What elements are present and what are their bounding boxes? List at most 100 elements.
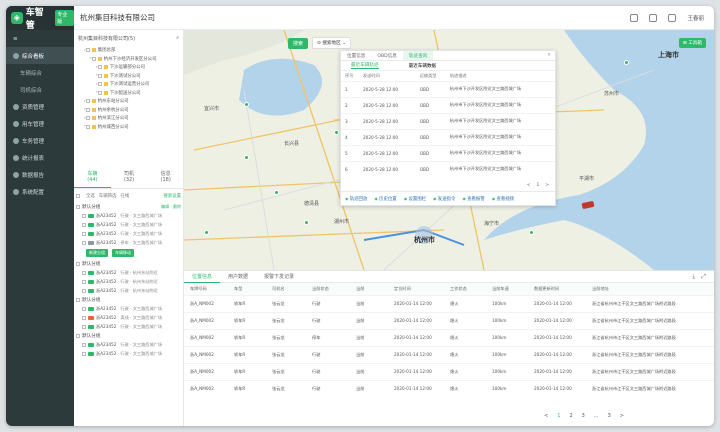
vehicle-checkbox[interactable] — [82, 222, 86, 227]
popup-action-link[interactable]: 查看视频 — [492, 196, 514, 202]
vehicle-group-header[interactable]: 默认分组 — [76, 295, 181, 304]
poi-marker-icon[interactable] — [244, 155, 249, 160]
vehicle-group-header[interactable]: 默认分组 — [76, 259, 181, 268]
vehicle-checkbox[interactable] — [82, 342, 86, 347]
region-search-dropdown[interactable]: ⊙ 搜索地区 ⌄ — [312, 37, 352, 49]
popup-action-link[interactable]: 设置围栏 — [404, 196, 426, 202]
table-row[interactable]: 浙A_NM002 轿车R 张云龙 行驶 当前 2020-01-14 12:00 熄火 100k… — [184, 379, 714, 397]
tree-node[interactable]: › 杭州城西分公司 — [74, 123, 183, 132]
vehicle-item[interactable]: 浙A23452 行驶 · 杭州东站附近 — [76, 277, 181, 286]
poi-marker-icon[interactable] — [204, 230, 209, 235]
pager-item[interactable]: 3 — [582, 413, 585, 419]
sidebar-item[interactable]: 资质管理 — [6, 98, 74, 115]
close-icon[interactable]: ✕ — [543, 51, 555, 60]
popup-tab[interactable]: 轨迹查询 — [402, 51, 434, 60]
tree-node-checkbox[interactable] — [97, 65, 102, 70]
column-header[interactable]: 序号 — [341, 71, 359, 81]
tree-node[interactable]: › 杭州滨江分公司 — [74, 114, 183, 123]
vehicle-item[interactable]: 浙A23452 行驶 · 文三路西城广场 — [76, 304, 181, 313]
poi-marker-icon[interactable] — [334, 130, 339, 135]
pager-item[interactable]: 1 — [557, 413, 560, 419]
table-row[interactable]: 1 2020-5-28 12:00 OBD 杭州市下沙开发区附近文三路西城广场 — [341, 80, 555, 97]
tree-node-checkbox[interactable] — [85, 116, 90, 121]
pager-item[interactable]: 1 — [537, 183, 540, 188]
tab-info[interactable]: 信息 (18) — [147, 169, 184, 188]
sidebar-item[interactable]: 车务管理 — [6, 132, 74, 149]
toolbox-button[interactable]: ⊞ 工具箱 — [678, 38, 706, 48]
table-row[interactable]: 5 2020-5-28 12:00 OBD 杭州市下沙开发区附近文三路西城广场 — [341, 144, 555, 161]
table-row[interactable]: 6 2020-5-28 12:00 OBD 杭州市下沙开发区附近文三路西城广场 — [341, 160, 555, 177]
pager-item[interactable]: > — [545, 183, 549, 188]
column-header[interactable]: 发送时间 — [359, 71, 416, 81]
tree-node[interactable]: › 集团总部 — [74, 46, 183, 55]
table-row[interactable]: 浙A_NM002 轿车R 张云龙 行驶 当前 2020-01-14 12:00 熄火 100k… — [184, 345, 714, 363]
tab-user-data[interactable]: 用户数据 — [220, 271, 256, 283]
user-menu[interactable]: 王春丽 — [687, 14, 704, 22]
tree-node-checkbox[interactable] — [97, 73, 102, 78]
popup-action-link[interactable]: 查看报警 — [462, 196, 485, 202]
export-icon[interactable]: ⤓ — [693, 273, 696, 281]
sidebar-item[interactable]: ≡ — [6, 30, 74, 47]
column-header[interactable]: 定位时间 — [388, 283, 444, 295]
column-header[interactable]: 当前 — [350, 283, 388, 295]
vehicle-group-header[interactable]: 默认分组 — [76, 331, 181, 340]
vehicle-group-header[interactable]: 默认分组 编辑 · 删除 — [76, 202, 181, 211]
bell-icon[interactable] — [630, 13, 639, 22]
column-header[interactable]: 数据更新时间 — [528, 283, 586, 295]
tree-node[interactable]: › 下沙测试分公司 — [74, 72, 183, 81]
group-actions[interactable]: 编辑 · 删除 — [161, 204, 181, 210]
tree-node[interactable]: › 杭州余杭分公司 — [74, 106, 183, 115]
search-settings-link[interactable]: 搜索设置 — [163, 193, 181, 199]
group-checkbox[interactable] — [76, 297, 80, 302]
vehicle-item[interactable]: 浙A23452 停车 · 文三路西城广场 — [76, 238, 181, 247]
column-header[interactable]: 车型 — [228, 283, 266, 295]
popup-tab[interactable]: OBD信息 — [371, 51, 403, 60]
expand-icon[interactable]: ⤢ — [701, 273, 706, 281]
vehicle-checkbox[interactable] — [82, 324, 86, 329]
popup-action-link[interactable]: 历史位置 — [374, 196, 397, 202]
tree-node-checkbox[interactable] — [97, 82, 102, 87]
tab-alarm-records[interactable]: 报警下发记录 — [256, 271, 302, 283]
column-header[interactable]: 运输类型 — [416, 71, 446, 81]
vehicle-checkbox[interactable] — [82, 240, 86, 245]
pager-item[interactable]: ... — [594, 413, 599, 419]
vehicle-checkbox[interactable] — [82, 213, 86, 218]
group-button[interactable]: 车辆移动 — [112, 249, 134, 257]
pager-item[interactable]: 3 — [608, 413, 611, 419]
vehicle-checkbox[interactable] — [82, 306, 86, 311]
org-search[interactable]: 杭州集目科技有限公司(5) ⌕ — [78, 33, 179, 43]
sidebar-item[interactable]: 用车管理 — [6, 115, 74, 132]
sidebar-item[interactable]: 数据报告 — [6, 166, 74, 183]
vehicle-checkbox[interactable] — [82, 270, 86, 275]
vehicle-item[interactable]: 浙A23452 行驶 · 文三路西城广场 — [76, 211, 181, 220]
tree-node-checkbox[interactable] — [85, 124, 90, 129]
column-header[interactable]: 当前车速 — [486, 283, 528, 295]
group-checkbox[interactable] — [76, 204, 80, 209]
tree-node[interactable]: › 下沙测试运营分公司 — [74, 80, 183, 89]
menu-toggle-icon[interactable]: ≡ — [13, 36, 18, 42]
alert-icon[interactable] — [668, 13, 677, 22]
tree-node-checkbox[interactable] — [85, 99, 90, 104]
sidebar-item[interactable]: 综合看板 — [6, 47, 74, 64]
column-header[interactable]: 车牌号码 — [184, 283, 228, 295]
column-header[interactable]: 司机名 — [266, 283, 306, 295]
sidebar-item[interactable]: 系统配置 — [6, 183, 74, 200]
popup-action-link[interactable]: 发送指令 — [433, 196, 456, 202]
pager-item[interactable]: < — [544, 413, 548, 419]
tree-node[interactable]: › 杭州下沙经济开发区分公司 — [74, 55, 183, 64]
sidebar-item[interactable]: 统计报表 — [6, 149, 74, 166]
poi-marker-icon[interactable] — [304, 220, 309, 225]
vehicle-checkbox[interactable] — [82, 315, 86, 320]
vehicle-checkbox[interactable] — [82, 351, 86, 356]
poi-marker-icon[interactable] — [274, 190, 279, 195]
vehicle-checkbox[interactable] — [82, 231, 86, 236]
search-icon[interactable]: ⌕ — [176, 35, 179, 41]
vehicle-item[interactable]: 浙A23452 行驶 · 文三路西城广场 — [76, 229, 181, 238]
map-search-button[interactable]: 搜索 — [288, 38, 309, 49]
group-checkbox[interactable] — [76, 261, 80, 266]
online-filter[interactable]: 在线 — [120, 193, 129, 199]
table-row[interactable]: 浙A_NM002 轿车R 张云龙 行驶 当前 2020-01-14 12:00 熄火 100k… — [184, 294, 714, 312]
vehicle-item[interactable]: 浙A23452 行驶 · 文三路西城广场 — [76, 340, 181, 349]
column-header[interactable]: 当前地址 — [586, 283, 714, 295]
column-header[interactable]: 当前状态 — [306, 283, 350, 295]
